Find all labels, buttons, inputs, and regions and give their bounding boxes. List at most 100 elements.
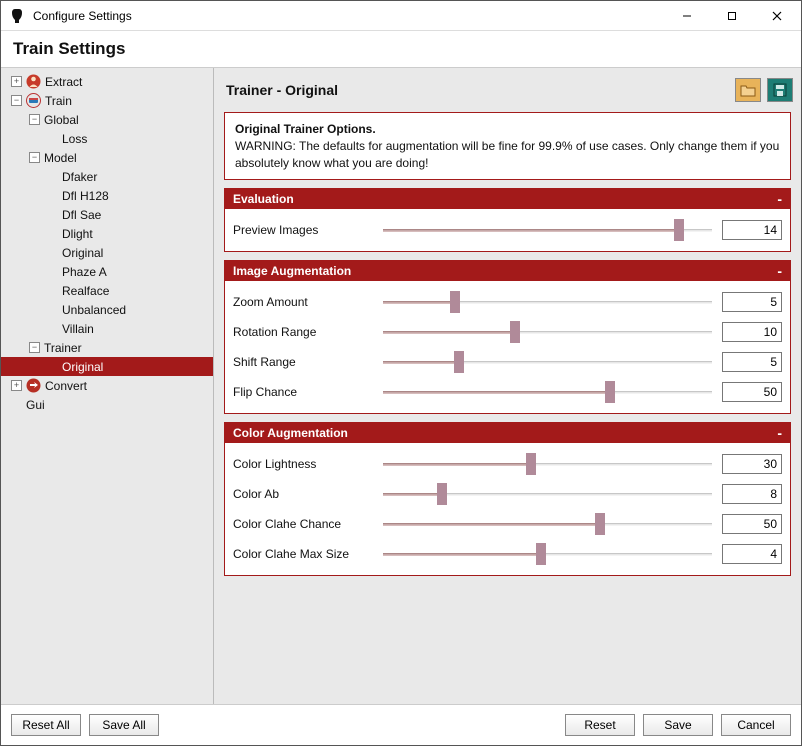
settings-tree[interactable]: +Extract−Train−GlobalLoss−ModelDfakerDfl…: [1, 68, 214, 704]
slider-thumb[interactable]: [536, 543, 546, 565]
settings-panel: Evaluation- Preview Images14: [224, 188, 791, 252]
panel-collapse-icon[interactable]: -: [777, 264, 782, 278]
expander-placeholder: [47, 190, 58, 201]
tree-item[interactable]: −Train: [1, 91, 213, 110]
setting-value[interactable]: 5: [722, 352, 782, 372]
reset-button[interactable]: Reset: [565, 714, 635, 736]
collapse-icon[interactable]: −: [29, 152, 40, 163]
panel-header[interactable]: Image Augmentation-: [225, 261, 790, 281]
slider-thumb[interactable]: [595, 513, 605, 535]
tree-item-label: Model: [44, 151, 77, 165]
setting-row: Flip Chance50: [233, 377, 782, 407]
tree-item[interactable]: −Trainer: [1, 338, 213, 357]
setting-row: Preview Images14: [233, 215, 782, 245]
tree-item[interactable]: Phaze A: [1, 262, 213, 281]
tree-item-label: Global: [44, 113, 79, 127]
reset-all-button[interactable]: Reset All: [11, 714, 81, 736]
cancel-button[interactable]: Cancel: [721, 714, 791, 736]
tree-item[interactable]: Original: [1, 243, 213, 262]
slider-thumb[interactable]: [674, 219, 684, 241]
collapse-icon[interactable]: −: [11, 95, 22, 106]
setting-value[interactable]: 14: [722, 220, 782, 240]
slider[interactable]: [383, 301, 712, 303]
setting-value[interactable]: 5: [722, 292, 782, 312]
tree-item-label: Dfl H128: [62, 189, 109, 203]
tree-item-label: Original: [62, 360, 103, 374]
panel-collapse-icon[interactable]: -: [777, 192, 782, 206]
setting-value[interactable]: 10: [722, 322, 782, 342]
settings-panel: Color Augmentation-Color Lightness30Colo…: [224, 422, 791, 576]
maximize-button[interactable]: [709, 1, 754, 30]
slider[interactable]: [383, 493, 712, 495]
tree-item[interactable]: Dfl Sae: [1, 205, 213, 224]
slider[interactable]: [383, 523, 712, 525]
setting-value[interactable]: 30: [722, 454, 782, 474]
setting-row: Color Clahe Max Size4: [233, 539, 782, 569]
close-button[interactable]: [754, 1, 799, 30]
tree-item[interactable]: +Convert: [1, 376, 213, 395]
tree-item[interactable]: Gui: [1, 395, 213, 414]
expander-placeholder: [47, 171, 58, 182]
footer: Reset All Save All Reset Save Cancel: [1, 705, 801, 745]
expander-placeholder: [47, 323, 58, 334]
expander-placeholder: [47, 266, 58, 277]
tree-item[interactable]: Unbalanced: [1, 300, 213, 319]
expander-placeholder: [47, 247, 58, 258]
slider[interactable]: [383, 553, 712, 555]
panel-title: Color Augmentation: [233, 426, 348, 440]
tree-item-label: Dfaker: [62, 170, 97, 184]
info-body: WARNING: The defaults for augmentation w…: [235, 139, 779, 170]
expander-placeholder: [47, 209, 58, 220]
slider-thumb[interactable]: [454, 351, 464, 373]
panel-header[interactable]: Color Augmentation -: [225, 423, 790, 443]
collapse-icon[interactable]: −: [29, 342, 40, 353]
slider-thumb[interactable]: [437, 483, 447, 505]
slider[interactable]: [383, 229, 712, 231]
tree-item[interactable]: Dfaker: [1, 167, 213, 186]
slider-thumb[interactable]: [450, 291, 460, 313]
minimize-button[interactable]: [664, 1, 709, 30]
content-header: Trainer - Original: [222, 74, 793, 112]
tree-item[interactable]: −Model: [1, 148, 213, 167]
slider-thumb[interactable]: [526, 453, 536, 475]
convert-red-icon: [26, 378, 41, 393]
tree-item[interactable]: Dlight: [1, 224, 213, 243]
tree-item[interactable]: Villain: [1, 319, 213, 338]
expand-icon[interactable]: +: [11, 76, 22, 87]
tree-item[interactable]: Original: [1, 357, 213, 376]
save-button[interactable]: Save: [643, 714, 713, 736]
tree-item[interactable]: Realface: [1, 281, 213, 300]
setting-value[interactable]: 50: [722, 382, 782, 402]
app-icon: [9, 8, 25, 24]
tree-item[interactable]: −Global: [1, 110, 213, 129]
expand-icon[interactable]: +: [11, 380, 22, 391]
tree-item[interactable]: +Extract: [1, 72, 213, 91]
setting-value[interactable]: 4: [722, 544, 782, 564]
slider[interactable]: [383, 331, 712, 333]
settings-panel: Image Augmentation-Zoom Amount5Rotation …: [224, 260, 791, 414]
setting-value[interactable]: 50: [722, 514, 782, 534]
tree-item[interactable]: Dfl H128: [1, 186, 213, 205]
panel-header[interactable]: Evaluation-: [225, 189, 790, 209]
slider-thumb[interactable]: [605, 381, 615, 403]
tree-item-label: Dlight: [62, 227, 93, 241]
content-title: Trainer - Original: [226, 82, 338, 98]
tree-item-label: Original: [62, 246, 103, 260]
setting-row: Color Ab8: [233, 479, 782, 509]
save-all-button[interactable]: Save All: [89, 714, 159, 736]
panel-body: Color Lightness30Color Ab8Color Clahe Ch…: [225, 443, 790, 575]
open-folder-button[interactable]: [735, 78, 761, 102]
window-title: Configure Settings: [33, 9, 664, 23]
tree-item-label: Villain: [62, 322, 94, 336]
setting-value[interactable]: 8: [722, 484, 782, 504]
slider[interactable]: [383, 361, 712, 363]
slider[interactable]: [383, 391, 712, 393]
info-box: Original Trainer Options. WARNING: The d…: [224, 112, 791, 180]
slider[interactable]: [383, 463, 712, 465]
panel-collapse-icon[interactable]: -: [777, 426, 782, 440]
collapse-icon[interactable]: −: [29, 114, 40, 125]
slider-thumb[interactable]: [510, 321, 520, 343]
tree-item[interactable]: Loss: [1, 129, 213, 148]
expander-placeholder: [47, 361, 58, 372]
save-icon-button[interactable]: [767, 78, 793, 102]
